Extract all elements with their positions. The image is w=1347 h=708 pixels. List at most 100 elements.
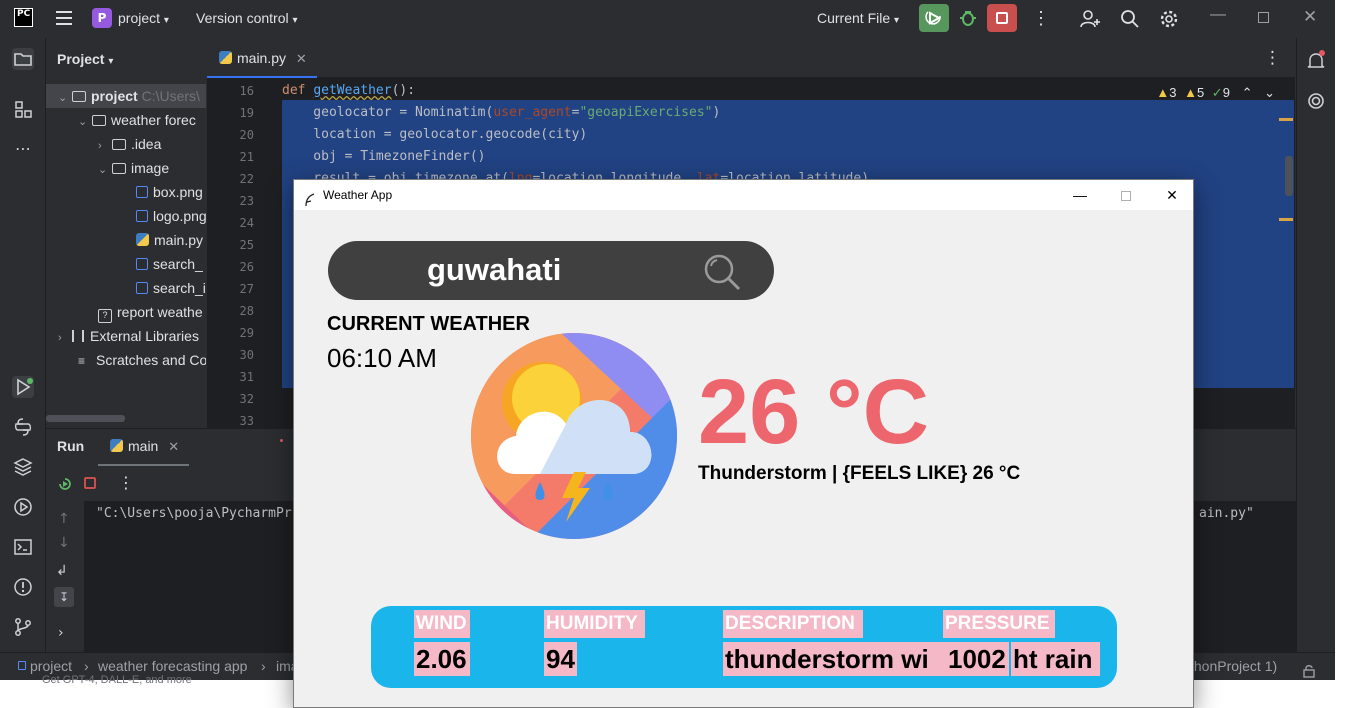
- tree-item-search-bar[interactable]: search_: [46, 252, 206, 276]
- scroll-down-icon[interactable]: ↓: [58, 535, 70, 551]
- stop-icon: [996, 12, 1008, 24]
- search-everywhere-button[interactable]: [1119, 8, 1141, 34]
- editor-scrollbar-thumb[interactable]: [1285, 156, 1293, 196]
- tree-item-report[interactable]: ? report weathe: [46, 300, 206, 324]
- tree-item-box-png[interactable]: box.png: [46, 180, 206, 204]
- interpreter-selector[interactable]: ythonProject 1): [1183, 653, 1277, 679]
- project-panel-title[interactable]: Project ▾: [57, 51, 113, 67]
- feather-icon: [304, 188, 316, 218]
- console-command-end: ain.py": [1199, 506, 1254, 521]
- notifications-button[interactable]: [1305, 50, 1327, 76]
- debug-button[interactable]: [958, 8, 978, 28]
- tab-options-icon[interactable]: ⋮: [1264, 48, 1281, 68]
- more-tools-icon[interactable]: ⋯: [12, 138, 34, 160]
- settings-button[interactable]: [1158, 8, 1180, 34]
- weak-warnings-count: 5: [1196, 85, 1205, 100]
- python-file-icon: [136, 233, 149, 246]
- minimize-ide-button[interactable]: —: [1210, 6, 1226, 24]
- project-module-icon: [18, 661, 26, 670]
- right-tool-strip: [1296, 38, 1335, 680]
- tree-label: report weathe: [117, 304, 203, 320]
- expand-toolbar-icon[interactable]: ›: [58, 625, 64, 641]
- run-tool-icon[interactable]: [12, 376, 34, 398]
- folder-icon: [112, 139, 126, 150]
- close-run-tab-icon[interactable]: ✕: [168, 439, 179, 454]
- tree-item-main-py[interactable]: main.py: [46, 228, 206, 252]
- vcs-label: Version control: [196, 10, 289, 26]
- tree-item-project[interactable]: ⌄ project C:\Users\: [46, 84, 206, 108]
- services-icon[interactable]: [12, 496, 34, 518]
- add-user-button[interactable]: [1079, 8, 1101, 34]
- stop-console-icon[interactable]: [84, 477, 96, 489]
- line-number: 16: [239, 84, 254, 98]
- run-tab-main[interactable]: main ✕: [98, 429, 189, 466]
- code-line-21: obj = TimezoneFinder(): [282, 149, 486, 164]
- git-icon[interactable]: [12, 616, 34, 638]
- tree-item-idea[interactable]: › .idea: [46, 132, 206, 156]
- tree-item-external-libraries[interactable]: › External Libraries: [46, 324, 206, 348]
- tree-item-logo-png[interactable]: logo.png: [46, 204, 206, 228]
- run-panel-title: Run: [57, 438, 85, 454]
- project-horizontal-scrollbar[interactable]: [46, 415, 125, 422]
- project-tool-icon[interactable]: [12, 48, 34, 70]
- weather-maximize-button[interactable]: [1103, 180, 1149, 210]
- weather-app-title: Weather App: [323, 188, 393, 202]
- city-input[interactable]: [427, 250, 697, 290]
- weather-app-title-bar: Weather App — ✕: [294, 180, 1193, 210]
- warnings-count: 3: [1169, 85, 1177, 100]
- project-switcher[interactable]: project ▾: [118, 10, 169, 26]
- bell-icon: [1307, 50, 1325, 68]
- more-actions-icon[interactable]: ⋮: [1032, 8, 1050, 29]
- scratches-icon: ≡: [78, 354, 86, 368]
- rerun-console-button[interactable]: [56, 475, 74, 497]
- tree-label: weather forec: [111, 112, 196, 128]
- tree-item-scratches[interactable]: ≡ Scratches and Co: [46, 348, 206, 372]
- wind-value: 2.06: [414, 642, 470, 676]
- lock-icon[interactable]: [1302, 660, 1316, 680]
- rerun-button[interactable]: [919, 4, 949, 32]
- structure-tool-icon[interactable]: [12, 98, 34, 120]
- project-name: project: [118, 10, 161, 26]
- console-more-icon[interactable]: ⋮: [118, 473, 134, 492]
- search-button[interactable]: [703, 253, 743, 297]
- weather-app-window: Weather App — ✕ CURRENT WEATHER 06:10 AM: [293, 179, 1194, 708]
- weather-close-button[interactable]: ✕: [1149, 180, 1193, 210]
- project-badge[interactable]: P: [92, 8, 112, 28]
- inspection-widget[interactable]: ▲3 ▲5 ✓9 ⌃ ⌄: [1156, 85, 1275, 101]
- tree-item-search-icon[interactable]: search_i: [46, 276, 206, 300]
- line-number: 20: [239, 128, 254, 142]
- search-icon: [704, 254, 741, 291]
- line-number: 21: [239, 150, 254, 164]
- scroll-up-icon[interactable]: ↑: [58, 511, 70, 527]
- unknown-file-icon: ?: [98, 309, 112, 323]
- tab-main-py[interactable]: main.py ✕: [207, 38, 317, 78]
- layers-icon[interactable]: [12, 456, 34, 478]
- gear-icon: [1160, 10, 1178, 28]
- run-config-select[interactable]: Current File ▾: [817, 10, 899, 26]
- terminal-icon[interactable]: [12, 536, 34, 558]
- python-packages-icon[interactable]: [12, 416, 34, 438]
- previous-highlight-icon[interactable]: ⌃: [1242, 85, 1253, 100]
- main-menu-icon[interactable]: [56, 11, 72, 25]
- humidity-value: 94: [544, 642, 577, 676]
- line-number: 29: [239, 326, 254, 340]
- tree-item-image[interactable]: ⌄ image: [46, 156, 206, 180]
- close-ide-button[interactable]: ✕: [1303, 7, 1317, 27]
- pressure-value: 1002: [946, 642, 1009, 676]
- next-highlight-icon[interactable]: ⌄: [1264, 85, 1275, 100]
- weather-minimize-button[interactable]: —: [1057, 180, 1103, 210]
- tree-item-weather-folder[interactable]: ⌄ weather forec: [46, 108, 206, 132]
- close-tab-icon[interactable]: ✕: [296, 51, 307, 66]
- vcs-menu[interactable]: Version control ▾: [196, 10, 298, 26]
- soft-wrap-icon[interactable]: ↲: [56, 563, 68, 579]
- line-number: 27: [239, 282, 254, 296]
- ai-assistant-button[interactable]: [1305, 90, 1327, 116]
- maximize-ide-button[interactable]: [1258, 12, 1269, 23]
- add-user-icon: [1080, 10, 1100, 28]
- stop-button[interactable]: [987, 4, 1017, 32]
- stripe-marker: [1279, 118, 1293, 121]
- ok-count: 9: [1222, 85, 1230, 100]
- line-number: 25: [239, 238, 254, 252]
- scroll-to-end-icon[interactable]: ↧: [54, 587, 74, 607]
- problems-icon[interactable]: [12, 576, 34, 598]
